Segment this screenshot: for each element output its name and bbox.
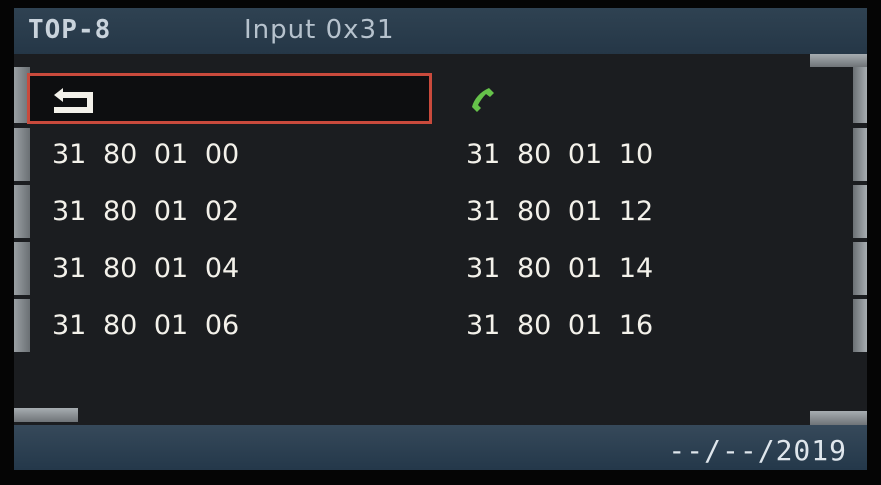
scroll-tab-right bbox=[853, 299, 867, 352]
scroll-tab-right bbox=[853, 242, 867, 295]
scroll-tab-left bbox=[14, 128, 30, 181]
scroll-tab-left bbox=[14, 242, 30, 295]
list-item[interactable]: 31 80 01 02 bbox=[52, 196, 239, 227]
back-return-icon bbox=[54, 88, 93, 113]
screen: TOP-8 Input 0x31 31 80 01 00 31 80 01 02… bbox=[14, 8, 867, 470]
scrollbar-corner-bottom-left bbox=[14, 408, 78, 422]
list-item[interactable]: 31 80 01 12 bbox=[466, 196, 653, 227]
list-item[interactable]: 31 80 01 00 bbox=[52, 139, 239, 170]
scroll-tab-right bbox=[853, 67, 867, 123]
scroll-tab-left bbox=[14, 185, 30, 238]
list-item[interactable]: 31 80 01 06 bbox=[52, 310, 239, 341]
scrollbar-corner-bottom-right bbox=[810, 411, 867, 425]
list-item[interactable]: 31 80 01 10 bbox=[466, 139, 653, 170]
scroll-tab-right bbox=[853, 185, 867, 238]
date-display: --/--/2019 bbox=[668, 434, 847, 467]
list-item[interactable]: 31 80 01 16 bbox=[466, 310, 653, 341]
phone-icon bbox=[472, 88, 494, 112]
scroll-tab-left bbox=[14, 299, 30, 352]
back-button[interactable] bbox=[27, 73, 432, 124]
scroll-tab-right bbox=[853, 128, 867, 181]
footer-bar: --/--/2019 bbox=[14, 425, 867, 470]
list-item[interactable]: 31 80 01 04 bbox=[52, 253, 239, 284]
header-bar: TOP-8 Input 0x31 bbox=[14, 8, 867, 54]
list-item[interactable]: 31 80 01 14 bbox=[466, 253, 653, 284]
input-label: Input 0x31 bbox=[244, 15, 395, 45]
display-bezel: TOP-8 Input 0x31 31 80 01 00 31 80 01 02… bbox=[0, 0, 881, 485]
page-title: TOP-8 bbox=[28, 15, 112, 45]
scrollbar-corner-top bbox=[810, 54, 867, 67]
